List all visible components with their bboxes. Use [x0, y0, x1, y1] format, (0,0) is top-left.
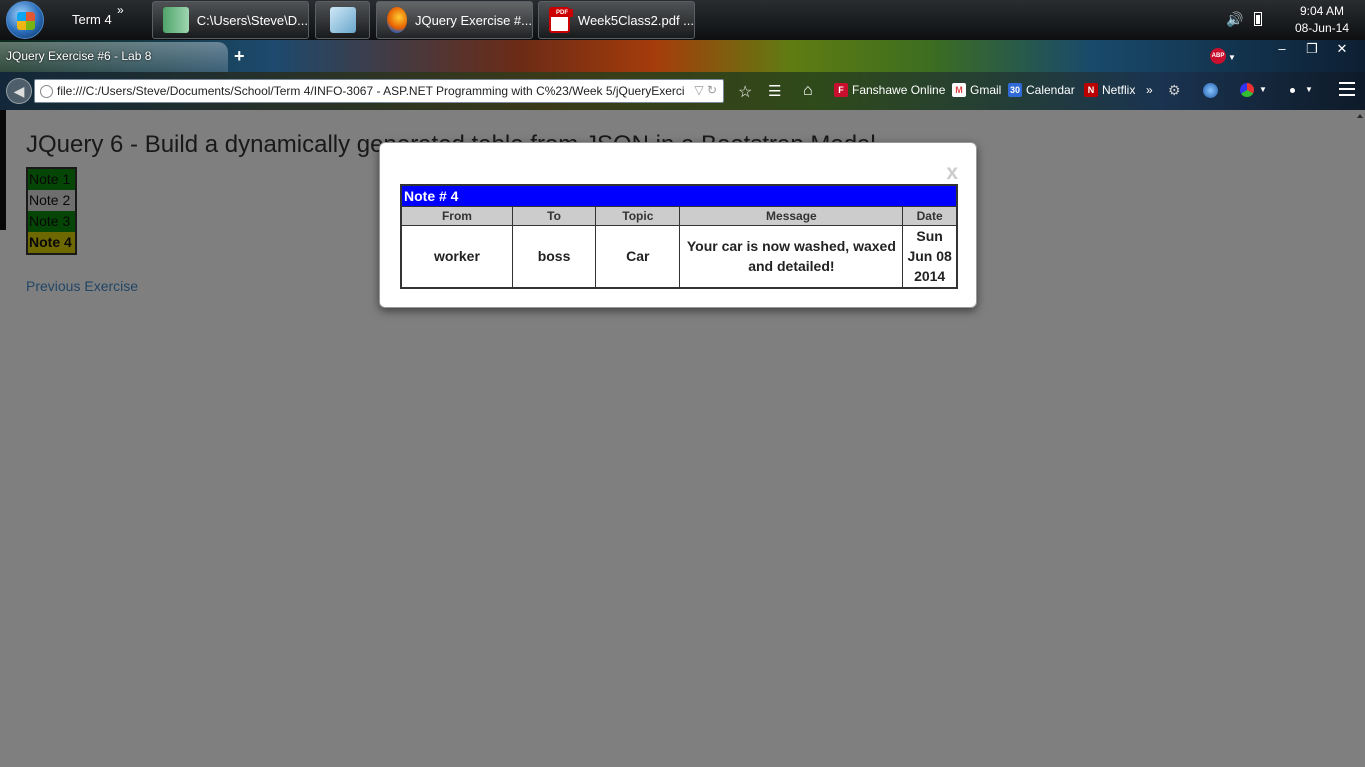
note-table: Note # 4 From To Topic Message Date work… [400, 184, 958, 289]
minimize-button[interactable]: – [1267, 40, 1297, 58]
volume-icon[interactable]: 🔊 [1226, 11, 1243, 28]
firefox-icon [387, 7, 407, 33]
bookmark-label: Gmail [970, 83, 1002, 97]
note-table-caption: Note # 4 [401, 185, 957, 207]
cell-to: boss [511, 225, 597, 288]
notepad-icon [330, 7, 356, 33]
url-bar[interactable]: ▽ ↻ [34, 79, 724, 103]
close-window-button[interactable]: ✕ [1327, 40, 1357, 58]
tab-jquery-exercise[interactable]: JQuery Exercise #6 - Lab 8 [0, 42, 228, 72]
calendar-icon: 30 [1008, 83, 1022, 97]
bookmark-fanshawe[interactable]: F Fanshawe Online [834, 83, 945, 97]
modal-close-button[interactable]: x [946, 161, 958, 185]
browser-menu-icon[interactable] [1339, 82, 1355, 96]
taskbar-pdf-button[interactable]: PDF Week5Class2.pdf ... [538, 1, 695, 39]
windows-taskbar: Term 4 » C:\Users\Steve\D... JQuery Exer… [0, 0, 1365, 40]
table-row: worker boss Car Your car is now washed, … [400, 225, 958, 288]
cell-date: Sun Jun 08 2014 [902, 225, 958, 288]
bookmark-star-icon[interactable]: ☆ [738, 82, 752, 102]
cell-from: worker [400, 225, 513, 288]
gmail-icon: M [952, 83, 966, 97]
bookmarks-list-icon[interactable]: ☰ [768, 82, 781, 100]
reload-icon[interactable]: ▽ ↻ [694, 83, 717, 97]
toolbar-label[interactable]: Term 4 [72, 12, 112, 27]
taskbar-firefox-label: JQuery Exercise #... [414, 12, 532, 28]
taskbar-pdf-label: Week5Class2.pdf ... [577, 12, 694, 28]
system-clock[interactable]: 9:04 AM 08-Jun-14 [1295, 3, 1349, 37]
bookmark-netflix[interactable]: N Netflix [1084, 83, 1135, 97]
window-controls: – ❐ ✕ [1267, 40, 1357, 58]
adblock-plus-icon[interactable]: ABP [1210, 48, 1226, 64]
adblock-dropdown-icon[interactable]: ▼ [1228, 53, 1236, 62]
restore-button[interactable]: ❐ [1297, 40, 1327, 58]
browser-nav-bar: ◀ ▽ ↻ ☆ ☰ ⌂ F Fanshawe Online M Gmail 30… [0, 72, 1365, 110]
bookmark-label: Fanshawe Online [852, 83, 946, 97]
color-picker-icon[interactable] [1240, 83, 1254, 97]
taskbar-explorer-label: C:\Users\Steve\D... [196, 12, 308, 28]
tab-title: JQuery Exercise #6 - Lab 8 [6, 49, 152, 63]
bookmark-calendar[interactable]: 30 Calendar [1008, 83, 1075, 97]
home-icon[interactable]: ⌂ [803, 82, 813, 100]
url-input[interactable] [57, 82, 687, 100]
folder-icon [163, 7, 189, 33]
addon-dropdown-icon[interactable]: ▼ [1305, 85, 1313, 94]
color-picker-dropdown-icon[interactable]: ▼ [1259, 85, 1267, 94]
fanshawe-icon: F [834, 83, 848, 97]
column-header-message: Message [679, 206, 904, 226]
start-button[interactable] [6, 1, 44, 39]
column-header-from: From [400, 206, 513, 226]
globe-icon [40, 85, 53, 98]
pdf-icon: PDF [549, 7, 573, 33]
battery-icon[interactable] [1254, 12, 1262, 26]
clock-time: 9:04 AM [1299, 4, 1344, 18]
cell-topic: Car [595, 225, 681, 288]
toolbar-chevron-icon[interactable]: » [117, 3, 124, 17]
back-button[interactable]: ◀ [6, 78, 32, 104]
addon-dot-icon[interactable] [1290, 88, 1295, 93]
bookmarks-overflow-chevron-icon[interactable]: » [1146, 83, 1153, 97]
page-viewport: JQuery 6 - Build a dynamically generated… [0, 110, 1365, 767]
addon-globe-icon[interactable] [1203, 83, 1218, 98]
column-header-to: To [511, 206, 597, 226]
browser-tab-bar: JQuery Exercise #6 - Lab 8 + ABP ▼ – ❐ ✕ [0, 40, 1365, 72]
taskbar-notepad-button[interactable] [315, 1, 370, 39]
note-modal: x Note # 4 From To Topic Message Date wo… [379, 142, 977, 308]
taskbar-explorer-button[interactable]: C:\Users\Steve\D... [152, 1, 309, 39]
addon-icon[interactable]: ⚙ [1168, 82, 1181, 99]
column-header-date: Date [902, 206, 958, 226]
windows-logo-icon [17, 12, 35, 30]
netflix-icon: N [1084, 83, 1098, 97]
clock-date: 08-Jun-14 [1294, 21, 1349, 35]
taskbar-firefox-button[interactable]: JQuery Exercise #... [376, 1, 533, 39]
cell-message: Your car is now washed, waxed and detail… [679, 225, 904, 288]
bookmark-gmail[interactable]: M Gmail [952, 83, 1001, 97]
new-tab-button[interactable]: + [234, 46, 245, 67]
column-header-topic: Topic [595, 206, 681, 226]
bookmark-label: Calendar [1026, 83, 1075, 97]
bookmark-label: Netflix [1102, 83, 1136, 97]
